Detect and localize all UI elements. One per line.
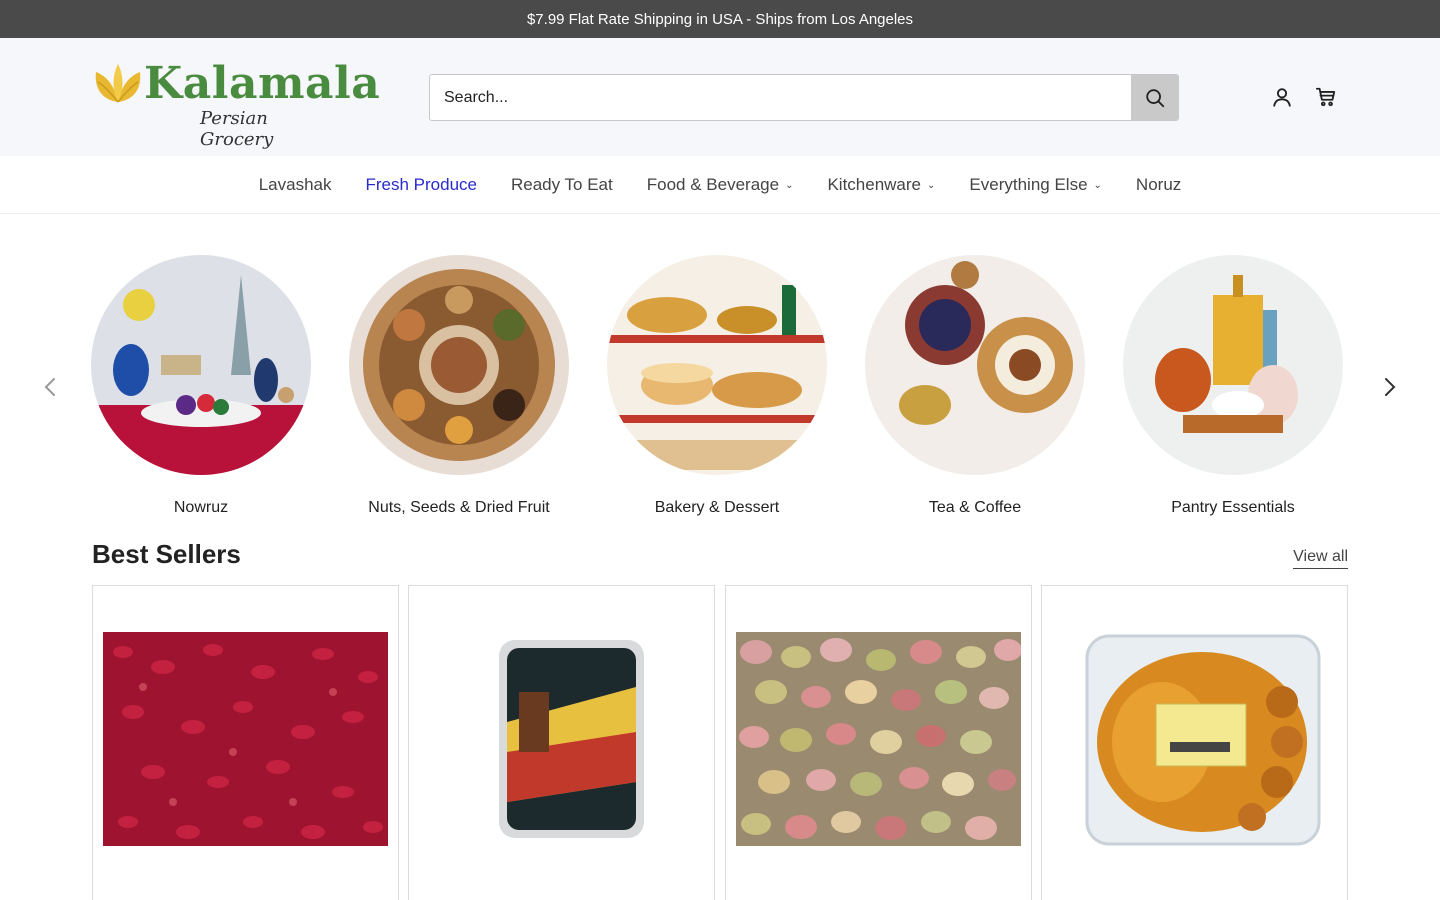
main-nav: Lavashak Fresh Produce Ready To Eat Food… — [0, 156, 1440, 214]
site-logo[interactable]: Kalamala Persian Grocery — [92, 58, 380, 150]
view-all-link[interactable]: View all — [1293, 548, 1348, 569]
nav-item-label: Kitchenware — [827, 174, 922, 194]
search-bar — [429, 74, 1179, 121]
cart-button[interactable] — [1311, 82, 1341, 112]
announcement-text: $7.99 Flat Rate Shipping in USA - Ships … — [526, 10, 914, 28]
nav-item-lavashak[interactable]: Lavashak — [259, 175, 332, 195]
category-carousel: Nowruz Nuts, Seeds & Dried Fruit Bakery … — [0, 252, 1440, 522]
category-image — [349, 255, 569, 475]
product-card[interactable] — [725, 585, 1032, 900]
account-icon — [1273, 88, 1291, 107]
nav-item-fresh-produce[interactable]: Fresh Produce — [365, 175, 477, 195]
nav-item-label: Noruz — [1135, 174, 1182, 194]
search-input[interactable] — [430, 75, 1133, 120]
best-sellers-grid — [92, 585, 1348, 900]
category-label: Bakery & Dessert — [654, 499, 780, 516]
nav-item-label: Food & Beverage — [646, 174, 780, 194]
nav-item-label: Lavashak — [258, 174, 332, 194]
category-label: Nowruz — [173, 499, 229, 516]
category-card-bakery-dessert[interactable]: Bakery & Dessert — [602, 252, 832, 517]
category-label: Pantry Essentials — [1171, 499, 1295, 516]
nav-item-noruz[interactable]: Noruz — [1136, 175, 1181, 195]
account-button[interactable] — [1267, 82, 1297, 112]
product-image — [103, 632, 388, 846]
category-label: Tea & Coffee — [928, 499, 1022, 516]
product-card[interactable] — [92, 585, 399, 900]
nav-item-label: Everything Else — [969, 174, 1088, 194]
nav-item-label: Ready To Eat — [510, 174, 613, 194]
category-card-nowruz[interactable]: Nowruz — [86, 252, 316, 517]
logo-tagline: Persian Grocery — [200, 108, 274, 150]
category-card-pantry-essentials[interactable]: Pantry Essentials — [1118, 252, 1348, 517]
product-image — [419, 632, 704, 846]
chevron-down-icon: ⌄ — [927, 180, 936, 191]
nav-item-label: Fresh Produce — [365, 174, 477, 194]
search-button[interactable] — [1131, 75, 1178, 120]
logo-name: Kalamala — [144, 58, 381, 109]
section-title-best-sellers: Best Sellers — [92, 539, 241, 569]
nav-item-food-beverage[interactable]: Food & Beverage ⌄ — [647, 175, 794, 195]
chevron-right-icon — [1385, 378, 1396, 396]
product-image — [736, 632, 1021, 846]
category-label: Nuts, Seeds & Dried Fruit — [368, 499, 550, 516]
site-header: Kalamala Persian Grocery — [0, 38, 1440, 156]
category-image — [91, 255, 311, 475]
category-card-tea-coffee[interactable]: Tea & Coffee — [860, 252, 1090, 517]
leaf-logo-icon — [95, 64, 141, 103]
category-image — [607, 255, 827, 475]
chevron-down-icon: ⌄ — [785, 180, 794, 191]
announcement-bar: $7.99 Flat Rate Shipping in USA - Ships … — [0, 0, 1440, 38]
carousel-prev-button[interactable] — [38, 372, 62, 402]
nav-item-everything-else[interactable]: Everything Else ⌄ — [969, 175, 1102, 195]
category-image — [1123, 255, 1343, 475]
product-card[interactable] — [408, 585, 715, 900]
product-card[interactable] — [1041, 585, 1348, 900]
product-image — [1052, 632, 1337, 846]
category-card-nuts-seeds-dried-fruit[interactable]: Nuts, Seeds & Dried Fruit — [344, 252, 574, 517]
nav-item-ready-to-eat[interactable]: Ready To Eat — [511, 175, 613, 195]
carousel-next-button[interactable] — [1378, 372, 1402, 402]
search-icon — [1145, 88, 1164, 107]
nav-item-kitchenware[interactable]: Kitchenware ⌄ — [827, 175, 935, 195]
chevron-left-icon — [44, 378, 55, 396]
cart-icon — [1315, 87, 1336, 107]
category-image — [865, 255, 1085, 475]
chevron-down-icon: ⌄ — [1093, 180, 1102, 191]
